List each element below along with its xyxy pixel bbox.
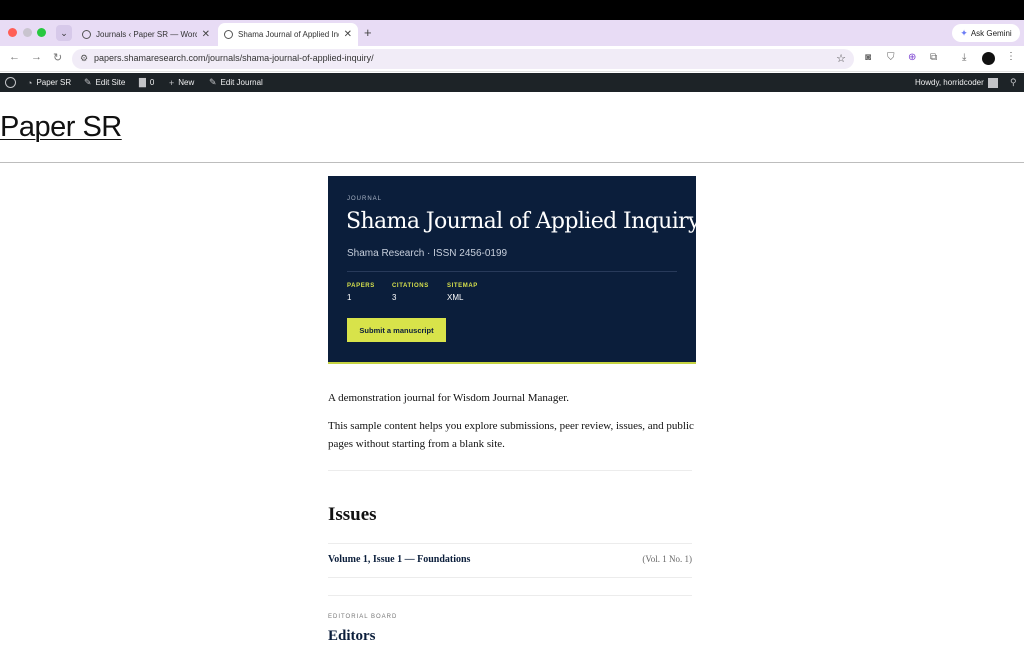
bookmark-star-icon[interactable]: ☆: [836, 52, 846, 65]
tab-title: Journals ‹ Paper SR — WordPress: [96, 30, 197, 39]
edit-journal-label: Edit Journal: [220, 78, 263, 87]
journal-title: Shama Journal of Applied Inquiry: [346, 209, 700, 234]
journal-hero-card: JOURNAL Shama Journal of Applied Inquiry…: [328, 176, 700, 364]
comment-bubble-icon: ▇: [139, 77, 146, 87]
forward-arrow-icon[interactable]: →: [31, 51, 42, 63]
new-label: New: [178, 78, 195, 87]
site-info-icon[interactable]: ⚙: [80, 53, 88, 64]
stat-label: PAPERS: [347, 283, 375, 289]
section-divider: [328, 470, 692, 471]
stat-label: SITEMAP: [447, 283, 478, 289]
journal-kicker: JOURNAL: [347, 196, 383, 202]
stat-label: CITATIONS: [392, 283, 429, 289]
new-tab-button[interactable]: +: [364, 25, 372, 40]
howdy-label: Howdy, horridcoder: [915, 78, 984, 87]
plus-icon: +: [169, 77, 175, 88]
extension-plus-icon[interactable]: ⊕: [908, 52, 916, 63]
address-bar[interactable]: ⚙ papers.shamaresearch.com/journals/sham…: [72, 49, 854, 69]
stat-value: 3: [392, 293, 397, 302]
submit-manuscript-button[interactable]: Submit a manuscript: [347, 318, 446, 342]
download-icon[interactable]: ⤓: [962, 52, 966, 63]
admin-comments[interactable]: ▇ 0: [139, 73, 154, 92]
header-divider: [0, 162, 1024, 163]
sitemap-xml-link[interactable]: XML: [447, 293, 478, 302]
edit-site-label: Edit Site: [95, 78, 126, 87]
back-arrow-icon[interactable]: ←: [9, 51, 20, 63]
editors-heading: Editors: [328, 628, 376, 644]
url-text[interactable]: papers.shamaresearch.com/journals/shama-…: [94, 53, 374, 63]
admin-new[interactable]: + New: [169, 73, 194, 92]
brush-icon: ✎: [84, 77, 92, 87]
camera-icon[interactable]: ◙: [865, 52, 871, 63]
editorial-board-kicker: EDITORIAL BOARD: [328, 614, 398, 620]
user-avatar: [987, 77, 998, 88]
browser-tab-bar: ⌄ Journals ‹ Paper SR — WordPress ✕ Sham…: [0, 20, 1024, 46]
tab-close-icon[interactable]: ✕: [202, 29, 210, 40]
journal-publisher-issn: Shama Research · ISSN 2456-0199: [347, 248, 508, 259]
journal-intro: A demonstration journal for Wisdom Journ…: [328, 392, 570, 404]
tab-close-icon[interactable]: ✕: [344, 29, 352, 40]
minimize-window-button[interactable]: [23, 28, 32, 37]
stat-value: 1: [347, 293, 352, 302]
shield-icon[interactable]: ⛉: [887, 52, 895, 63]
issue-list-item: Volume 1, Issue 1 — Foundations (Vol. 1 …: [328, 543, 692, 578]
issues-heading: Issues: [328, 504, 377, 525]
stat-sitemap[interactable]: SITEMAP XML: [447, 283, 478, 302]
wordpress-logo-icon: [5, 77, 16, 88]
admin-site-name-label: Paper SR: [36, 78, 72, 87]
browser-tab-journals[interactable]: Journals ‹ Paper SR — WordPress ✕: [76, 23, 216, 46]
issue-link[interactable]: Volume 1, Issue 1 — Foundations: [328, 554, 470, 565]
section-divider: [328, 595, 692, 596]
globe-icon: [82, 30, 91, 39]
hero-divider: [347, 271, 677, 272]
os-top-strip: [0, 0, 1024, 20]
search-icon: ⚲: [1010, 77, 1017, 87]
close-window-button[interactable]: [8, 28, 17, 37]
site-title-link[interactable]: Paper SR: [0, 111, 122, 144]
pencil-icon: ✎: [209, 77, 217, 87]
comments-count: 0: [149, 78, 155, 87]
browser-tab-active[interactable]: Shama Journal of Applied Inquiry ✕: [218, 23, 358, 46]
dashboard-icon: ◔: [27, 77, 33, 88]
admin-account[interactable]: Howdy, horridcoder: [915, 73, 998, 92]
browser-toolbar: ← → ↻ ⚙ papers.shamaresearch.com/journal…: [0, 46, 1024, 72]
globe-icon: [224, 30, 233, 39]
wp-logo-menu[interactable]: [5, 73, 16, 92]
profile-avatar[interactable]: [982, 52, 995, 65]
ask-gemini-label: Ask Gemini: [970, 28, 1012, 38]
issue-volume-meta: (Vol. 1 No. 1): [642, 554, 692, 564]
browser-menu-icon[interactable]: ⋮: [1006, 51, 1016, 62]
ask-gemini-button[interactable]: ✦ Ask Gemini: [952, 24, 1020, 42]
admin-site-name[interactable]: ◔ Paper SR: [27, 73, 71, 92]
admin-edit-journal[interactable]: ✎ Edit Journal: [209, 73, 263, 92]
wp-admin-bar: ◔ Paper SR ✎ Edit Site ▇ 0 + New ✎ Edit …: [0, 73, 1024, 92]
stat-papers: PAPERS 1: [347, 283, 375, 302]
stat-citations: CITATIONS 3: [392, 283, 429, 302]
maximize-window-button[interactable]: [37, 28, 46, 37]
tab-title: Shama Journal of Applied Inquiry: [238, 30, 339, 39]
puzzle-icon[interactable]: ⧉: [930, 52, 937, 63]
admin-search[interactable]: ⚲: [1010, 73, 1017, 92]
tab-search-chevron-icon[interactable]: ⌄: [56, 25, 72, 41]
reload-icon[interactable]: ↻: [53, 51, 62, 64]
admin-edit-site[interactable]: ✎ Edit Site: [84, 73, 125, 92]
gemini-sparkle-icon: ✦: [960, 27, 968, 38]
journal-description: This sample content helps you explore su…: [328, 420, 694, 450]
